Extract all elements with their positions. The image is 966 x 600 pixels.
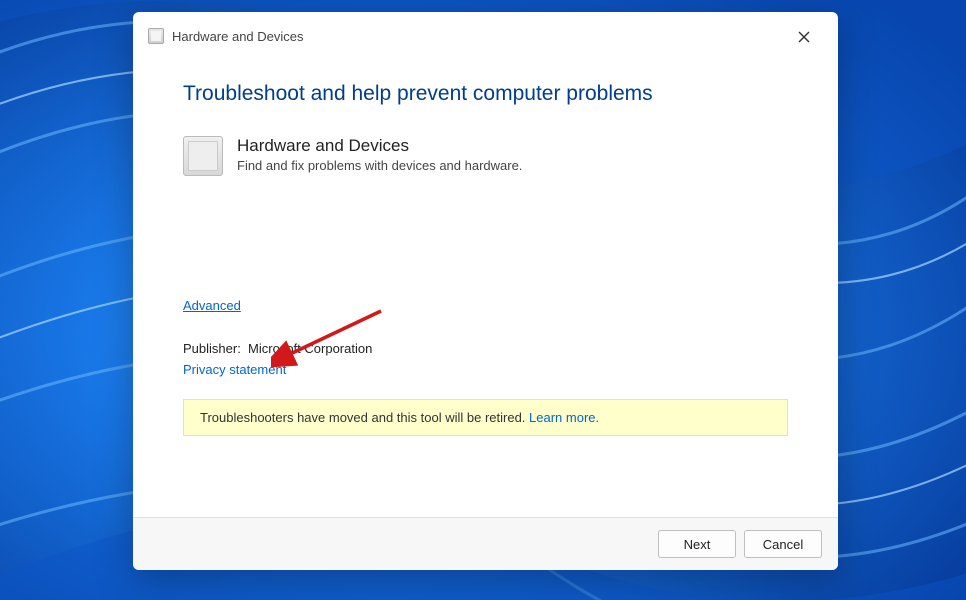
- troubleshooter-entry: Hardware and Devices Find and fix proble…: [183, 136, 788, 176]
- dialog-footer: Next Cancel: [133, 517, 838, 570]
- publisher-name: Microsoft Corporation: [248, 341, 372, 356]
- notice-text: Troubleshooters have moved and this tool…: [200, 410, 529, 425]
- cancel-button[interactable]: Cancel: [744, 530, 822, 558]
- publisher-row: Publisher: Microsoft Corporation: [183, 341, 788, 356]
- troubleshooter-description: Find and fix problems with devices and h…: [237, 158, 522, 173]
- next-button[interactable]: Next: [658, 530, 736, 558]
- page-heading: Troubleshoot and help prevent computer p…: [183, 82, 788, 106]
- dialog-title: Hardware and Devices: [172, 29, 304, 44]
- privacy-statement-link[interactable]: Privacy statement: [183, 362, 286, 377]
- troubleshooter-name: Hardware and Devices: [237, 136, 522, 156]
- dialog-body: Troubleshoot and help prevent computer p…: [133, 52, 838, 517]
- learn-more-link[interactable]: Learn more.: [529, 410, 599, 425]
- deprecation-notice: Troubleshooters have moved and this tool…: [183, 399, 788, 436]
- publisher-label: Publisher:: [183, 341, 241, 356]
- dialog-header: Hardware and Devices: [133, 12, 838, 52]
- advanced-link[interactable]: Advanced: [183, 298, 241, 313]
- hardware-devices-icon: [183, 136, 223, 176]
- hardware-icon: [148, 28, 164, 44]
- troubleshooter-dialog: Hardware and Devices Troubleshoot and he…: [133, 12, 838, 570]
- close-button[interactable]: [782, 22, 826, 52]
